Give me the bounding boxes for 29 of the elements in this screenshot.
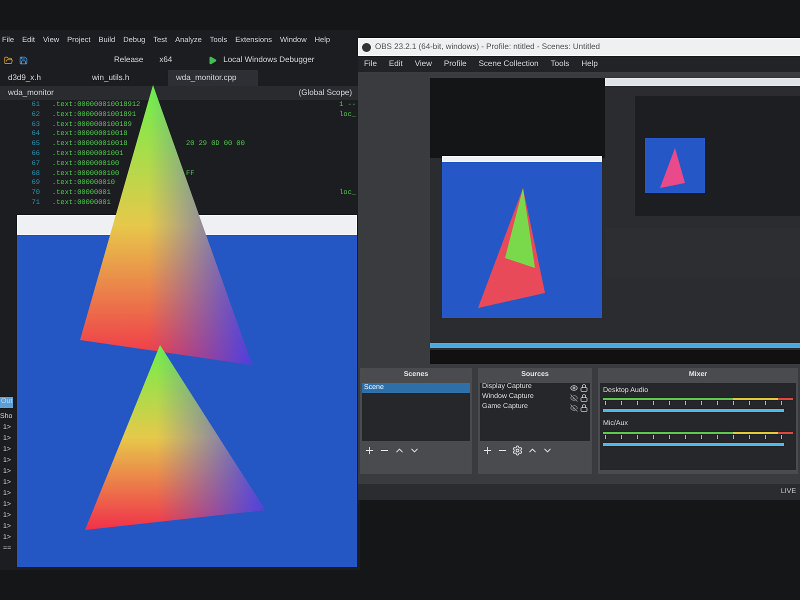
configuration-dropdown[interactable]: Release bbox=[114, 54, 144, 66]
file-tab[interactable]: wda_monitor.cpp bbox=[168, 70, 258, 86]
file-tab[interactable]: d3d9_x.h bbox=[0, 70, 80, 86]
settings-icon[interactable] bbox=[512, 444, 524, 456]
menu-item[interactable]: Tools bbox=[550, 58, 570, 70]
save-icon[interactable] bbox=[19, 56, 28, 64]
lock-icon[interactable] bbox=[580, 394, 588, 402]
play-icon[interactable] bbox=[208, 56, 218, 64]
eye-slash-icon[interactable] bbox=[570, 394, 578, 402]
file-tab[interactable]: win_utils.h bbox=[84, 70, 164, 86]
menu-item[interactable]: View bbox=[414, 58, 432, 70]
menu-item[interactable]: Help bbox=[581, 58, 598, 70]
lock-icon[interactable] bbox=[580, 404, 588, 412]
scope-dropdown[interactable]: (Global Scope) bbox=[298, 87, 352, 99]
lock-icon[interactable] bbox=[580, 384, 588, 392]
project-dropdown[interactable]: wda_monitor bbox=[8, 87, 54, 99]
menu-item[interactable]: Scene Collection bbox=[478, 58, 539, 70]
app-logo-icon bbox=[362, 42, 371, 52]
debugger-button[interactable]: Local Windows Debugger bbox=[223, 54, 314, 66]
eye-slash-icon[interactable] bbox=[570, 404, 578, 412]
eye-icon[interactable] bbox=[570, 384, 578, 392]
menu-item[interactable]: Profile bbox=[444, 58, 467, 70]
platform-dropdown[interactable]: x64 bbox=[159, 54, 172, 66]
menu-item[interactable]: Edit bbox=[388, 58, 403, 70]
open-folder-icon[interactable] bbox=[4, 56, 13, 64]
window-title: OBS 23.2.1 (64-bit, windows) - Profile: ntitled - Scenes: Untitled bbox=[375, 41, 600, 53]
add-icon[interactable] bbox=[482, 444, 494, 456]
menu-item[interactable]: File bbox=[364, 58, 377, 70]
add-icon[interactable] bbox=[364, 444, 375, 456]
